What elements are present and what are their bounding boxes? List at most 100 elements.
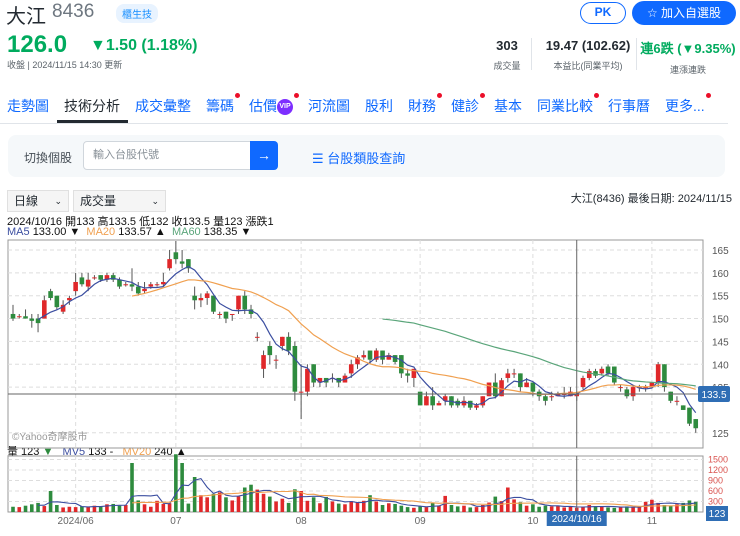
y-tick-label: 145 (712, 337, 729, 348)
candle-body (54, 295, 60, 308)
candle-body (229, 313, 235, 315)
volume-bar (330, 501, 335, 512)
candle-body (67, 297, 72, 301)
volume-bar (42, 506, 47, 512)
ma60-line (382, 318, 696, 387)
volume-bar (23, 505, 28, 512)
volume-bar (524, 505, 529, 512)
volume-bar (268, 496, 272, 512)
volume-bar (80, 506, 84, 512)
candle-body (518, 373, 523, 388)
crosshair-vol-label: 123 (709, 509, 726, 520)
candle-body (674, 400, 680, 402)
candle-body (549, 396, 554, 398)
candle-body (586, 371, 592, 378)
y-tick-label: 165 (712, 246, 729, 257)
candle-body (286, 336, 291, 351)
volume-bar (17, 507, 22, 512)
volume-bar (205, 497, 209, 512)
volume-bar (412, 507, 416, 512)
volume-bar (161, 503, 166, 512)
volume-bar (224, 497, 228, 512)
x-tick-label: 09 (415, 516, 427, 527)
candle-body (399, 355, 404, 374)
candle-body (167, 259, 172, 269)
volume-bar (612, 507, 617, 512)
y-tick-label: 155 (712, 292, 729, 303)
volume-bar (167, 503, 172, 512)
volume-bar (587, 505, 592, 512)
volume-bar (98, 506, 103, 512)
volume-bar (643, 501, 648, 512)
volume-bar (61, 507, 65, 512)
y-tick-label: 150 (712, 315, 729, 326)
candle-body (311, 364, 316, 383)
volume-bar (117, 505, 122, 512)
volume-bar (211, 493, 216, 512)
y-tick-label: 125 (712, 429, 729, 440)
candle-body (505, 373, 511, 378)
volume-bar (318, 503, 322, 512)
volume-bar (343, 504, 347, 512)
candle-body (624, 389, 630, 397)
volume-bar (336, 503, 341, 512)
volume-bar (387, 503, 391, 512)
candle-body (85, 279, 91, 287)
volume-bar (199, 495, 203, 512)
volume-bar (123, 505, 128, 512)
candle-body (630, 387, 636, 397)
candle-body (236, 295, 241, 310)
candle-body (405, 373, 410, 376)
candle-body (605, 366, 611, 374)
candle-body (242, 295, 248, 310)
crosshair-date-label: 2024/10/16 (552, 514, 602, 525)
volume-bar (405, 507, 410, 512)
volume-bar (55, 505, 59, 512)
candle-body (148, 284, 154, 287)
watermark: ©Yahoo奇摩股市 (12, 430, 88, 443)
candle-body (154, 284, 160, 286)
candle-body (618, 387, 623, 389)
candlestick-chart[interactable]: 1651601551501451401351251500120090060030… (0, 0, 740, 536)
volume-bar (687, 500, 692, 512)
candle-body (179, 261, 185, 264)
candle-body (599, 368, 605, 374)
candle-body (173, 252, 179, 260)
volume-bar (531, 504, 535, 512)
candle-body (267, 345, 273, 356)
mv20-line (131, 490, 696, 507)
candle-body (48, 291, 53, 298)
candle-body (436, 403, 442, 406)
volume-bar (29, 504, 34, 512)
volume-bar (668, 505, 673, 512)
volume-bar (280, 498, 285, 512)
candle-body (424, 396, 429, 406)
volume-bar (355, 502, 360, 512)
volume-bar (418, 506, 422, 512)
volume-bar (424, 507, 429, 512)
volume-bar (380, 505, 385, 512)
volume-bar (249, 484, 253, 512)
candle-body (680, 405, 686, 410)
x-tick-label: 10 (527, 516, 539, 527)
volume-bar (455, 506, 460, 512)
volume-bar (512, 499, 516, 512)
candle-body (117, 279, 122, 287)
volume-bar (142, 504, 147, 512)
candle-body (217, 313, 222, 315)
candle-body (361, 355, 367, 358)
candle-body (580, 377, 586, 388)
vol-tick-label: 600 (708, 486, 723, 496)
volume-bar (631, 507, 635, 512)
volume-bar (67, 506, 72, 512)
volume-bar (468, 507, 473, 512)
volume-bar (11, 506, 15, 512)
volume-bar (242, 487, 247, 512)
price-panel-frame (7, 239, 704, 449)
candle-body (430, 396, 435, 406)
candle-body (474, 405, 479, 408)
candle-body (511, 373, 517, 375)
volume-bar (274, 501, 278, 512)
candle-body (73, 281, 78, 292)
volume-bar (606, 507, 610, 512)
